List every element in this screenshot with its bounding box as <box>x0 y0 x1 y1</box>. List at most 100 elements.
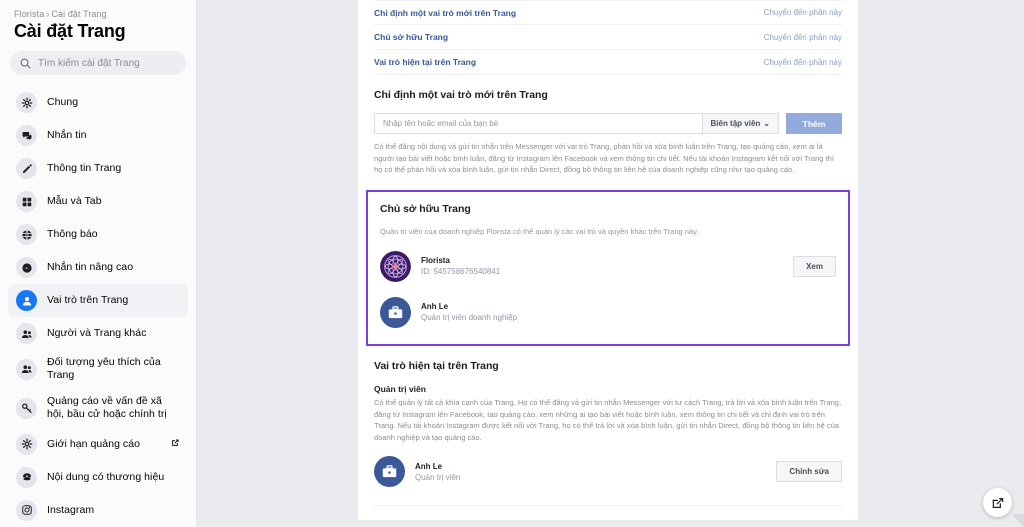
assign-role-section: Chỉ định một vai trò mới trên Trang Biên… <box>358 75 858 176</box>
owner-entry-id: ID: 545758676540841 <box>421 267 500 276</box>
sidebar-item-1[interactable]: Nhắn tin <box>8 119 188 152</box>
member-name: Anh Le <box>415 462 460 471</box>
person-icon <box>21 295 33 307</box>
assign-person-input[interactable] <box>374 113 702 134</box>
assign-role-row: Biên tập viên ⌄ Thêm <box>374 113 842 134</box>
jump-link-row[interactable]: Chủ sở hữu Trang Chuyển đến phần này <box>374 25 842 50</box>
gear-icon <box>21 438 33 450</box>
sidebar-item-label: Thông tin Trang <box>47 162 121 175</box>
owner-entry-row: Florista ID: 545758676540841 Xem <box>380 247 836 286</box>
sidebar-item-label: Mẫu và Tab <box>47 195 102 208</box>
globe-icon-wrapper <box>16 224 37 245</box>
sidebar-item-6[interactable]: Vai trò trên Trang <box>8 284 188 317</box>
instagram-icon-wrapper <box>16 500 37 521</box>
breadcrumb-current: Cài đặt Trang <box>51 9 106 19</box>
owner-admin-role: Quản trị viên doanh nghiệp <box>421 313 517 322</box>
sidebar-item-label: Thông báo <box>47 228 98 241</box>
gear-icon <box>21 97 33 109</box>
owner-admin-name: Anh Le <box>421 302 517 311</box>
corner-fold-decoration <box>1011 514 1024 527</box>
globe-icon <box>21 229 33 241</box>
sidebar-item-5[interactable]: Nhắn tin nâng cao <box>8 251 188 284</box>
member-avatar <box>374 456 405 487</box>
breadcrumb-separator: › <box>46 9 49 19</box>
sidebar-item-0[interactable]: Chung <box>8 86 188 119</box>
compose-icon <box>991 496 1005 510</box>
key-icon-wrapper <box>16 398 37 419</box>
jump-link-action[interactable]: Chuyển đến phần này <box>764 33 842 42</box>
sidebar-item-4[interactable]: Thông báo <box>8 218 188 251</box>
view-owner-button[interactable]: Xem <box>793 256 836 277</box>
sidebar-item-12[interactable]: Instagram <box>8 494 188 527</box>
business-admin-avatar <box>380 297 411 328</box>
people-icon <box>21 328 33 340</box>
owner-admin-row: Anh Le Quản trị viên doanh nghiệp <box>380 293 836 332</box>
jump-link-label: Chủ sở hữu Trang <box>374 32 448 42</box>
sidebar-item-7[interactable]: Người và Trang khác <box>8 317 188 350</box>
breadcrumb-parent[interactable]: Florista <box>14 9 44 19</box>
page-title: Cài đặt Trang <box>8 21 188 42</box>
sidebar-item-3[interactable]: Mẫu và Tab <box>8 185 188 218</box>
sidebar-item-label: Nội dung có thương hiệu <box>47 471 164 484</box>
chat-bubbles-icon-wrapper <box>16 125 37 146</box>
pencil-icon <box>21 163 33 175</box>
chevron-down-icon: ⌄ <box>763 119 770 128</box>
add-role-button[interactable]: Thêm <box>786 113 842 134</box>
role-member-row: Anh Le Quản trị viên Chỉnh sửa <box>374 452 842 491</box>
role-select-dropdown[interactable]: Biên tập viên ⌄ <box>702 113 780 134</box>
search-box[interactable] <box>10 51 186 75</box>
sidebar-item-9[interactable]: Quảng cáo về vấn đề xã hội, bầu cử hoặc … <box>8 389 188 428</box>
external-link-icon <box>170 435 180 453</box>
compose-fab-button[interactable] <box>983 488 1012 517</box>
owner-admin-meta: Anh Le Quản trị viên doanh nghiệp <box>421 302 517 322</box>
pencil-icon-wrapper <box>16 158 37 179</box>
role-name-label: Quản trị viên <box>374 384 842 394</box>
main-area: Chỉ định một vai trò mới trên Trang Chuyể… <box>197 0 1024 527</box>
messenger-icon-wrapper <box>16 257 37 278</box>
current-roles-section: Vai trò hiện tại trên Trang Quản trị viê… <box>358 346 858 492</box>
jump-link-action[interactable]: Chuyển đến phần này <box>764 8 842 17</box>
search-icon <box>20 58 31 69</box>
page-root: Florista›Cài đặt Trang Cài đặt Trang Chu… <box>0 0 1024 527</box>
gear-icon-wrapper <box>16 434 37 455</box>
sidebar-item-10[interactable]: Giới hạn quảng cáo <box>8 428 188 461</box>
sidebar-item-8[interactable]: Đối tượng yêu thích của Trang <box>8 350 188 389</box>
grid-icon-wrapper <box>16 191 37 212</box>
gear-icon-wrapper <box>16 92 37 113</box>
jump-link-label: Vai trò hiện tại trên Trang <box>374 57 476 67</box>
edit-member-button[interactable]: Chỉnh sửa <box>776 461 842 482</box>
sidebar-item-2[interactable]: Thông tin Trang <box>8 152 188 185</box>
messenger-icon <box>21 262 33 274</box>
current-roles-title: Vai trò hiện tại trên Trang <box>374 360 842 372</box>
person-icon-wrapper <box>16 290 37 311</box>
florista-logo-avatar <box>380 251 411 282</box>
jump-link-row[interactable]: Chỉ định một vai trò mới trên Trang Chuyể… <box>374 0 842 25</box>
jump-link-row[interactable]: Vai trò hiện tại trên Trang Chuyển đến ph… <box>374 50 842 75</box>
people-icon <box>21 363 33 375</box>
sidebar-item-label: Người và Trang khác <box>47 327 147 340</box>
owner-entry-name: Florista <box>421 256 500 265</box>
jump-link-list: Chỉ định một vai trò mới trên Trang Chuyể… <box>358 0 858 75</box>
grid-icon <box>21 196 33 208</box>
owner-entry-meta: Florista ID: 545758676540841 <box>421 256 500 276</box>
page-owner-title: Chủ sở hữu Trang <box>380 203 836 215</box>
briefcase-icon <box>381 463 398 480</box>
assign-role-title: Chỉ định một vai trò mới trên Trang <box>374 89 842 101</box>
sidebar-item-label: Nhắn tin nâng cao <box>47 261 133 274</box>
role-description: Có thể quản lý tất cả khía cạnh của Tran… <box>374 397 842 444</box>
sidebar-item-label: Vai trò trên Trang <box>47 294 128 307</box>
briefcase-icon <box>387 304 404 321</box>
search-input[interactable] <box>38 58 176 69</box>
florista-logo-icon <box>380 251 411 282</box>
sidebar-item-label: Nhắn tin <box>47 129 87 142</box>
page-owner-section: Chủ sở hữu Trang Quản trị viên của doanh… <box>366 190 850 346</box>
jump-link-label: Chỉ định một vai trò mới trên Trang <box>374 8 516 18</box>
people-icon-wrapper <box>16 323 37 344</box>
sidebar-item-11[interactable]: Nội dung có thương hiệu <box>8 461 188 494</box>
sidebar-item-label: Giới hạn quảng cáo <box>47 438 140 451</box>
people-icon-wrapper <box>16 359 37 380</box>
sidebar-item-label: Instagram <box>47 504 94 517</box>
sidebar-item-label: Đối tượng yêu thích của Trang <box>47 356 180 383</box>
jump-link-action[interactable]: Chuyển đến phần này <box>764 58 842 67</box>
handshake-icon <box>21 471 33 483</box>
